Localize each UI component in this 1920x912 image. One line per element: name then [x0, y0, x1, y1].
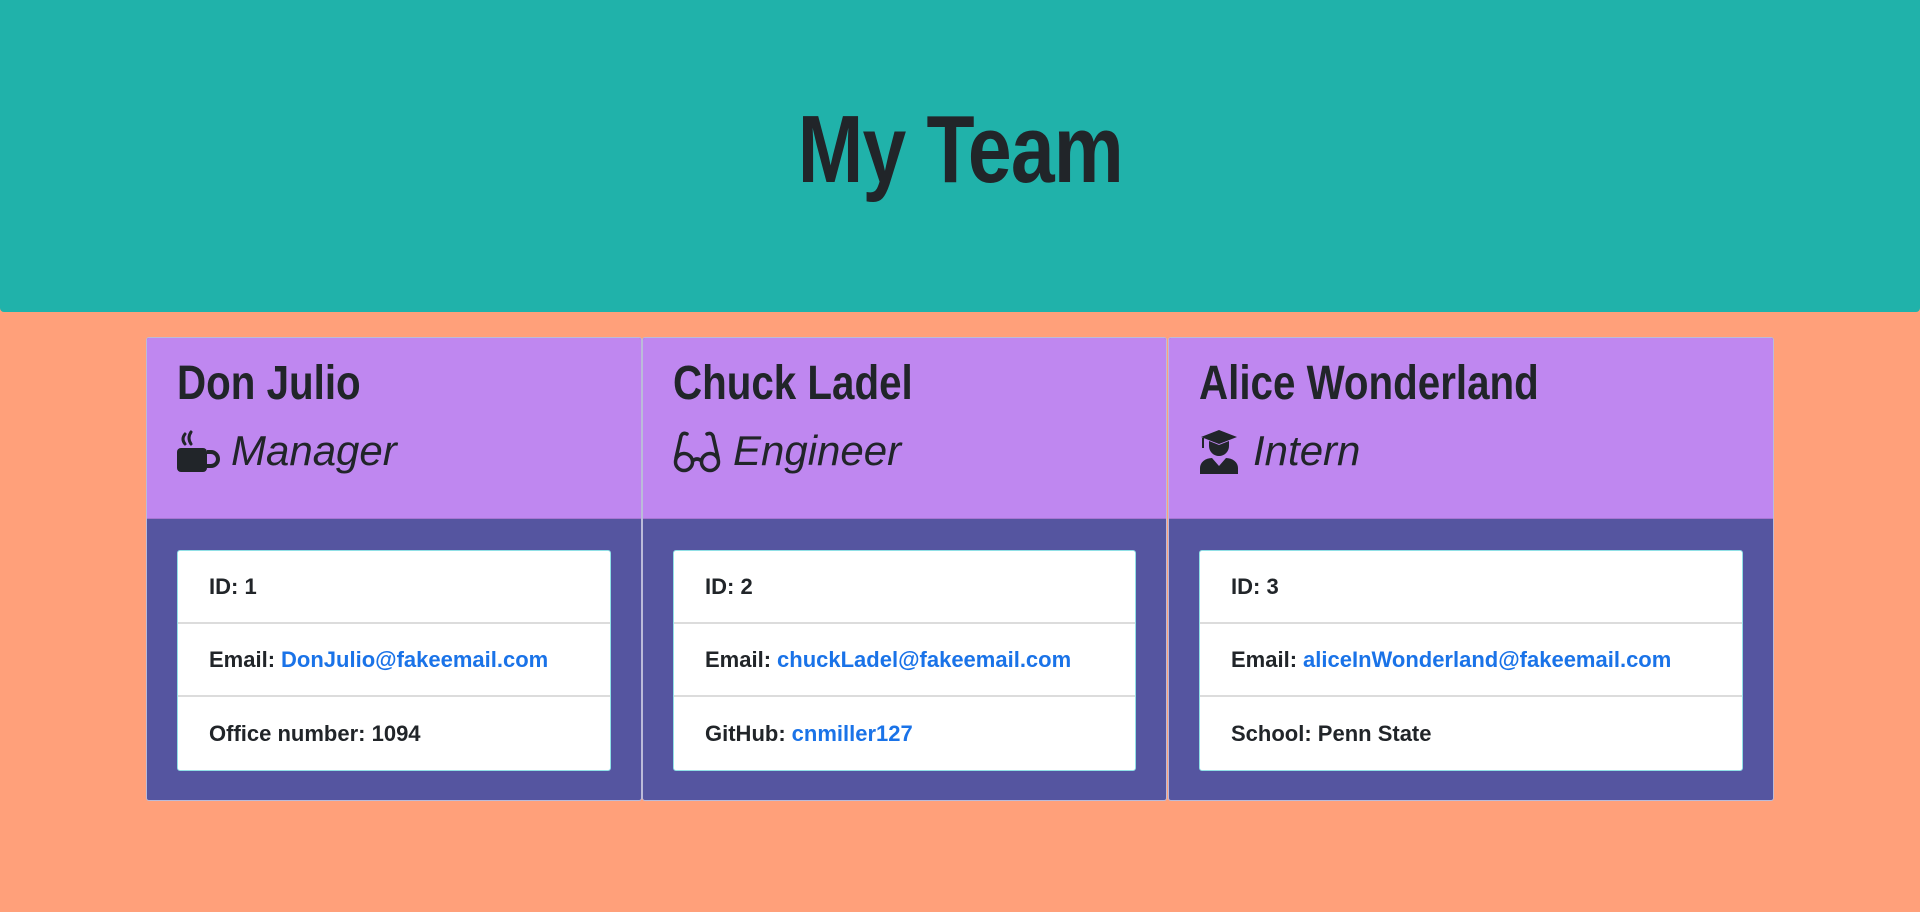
email-link[interactable]: DonJulio@fakeemail.com: [281, 647, 548, 673]
id-value: 3: [1266, 573, 1279, 599]
id-value: 1: [244, 573, 257, 599]
card-header: Chuck Ladel Engineer: [643, 338, 1166, 519]
card-body: ID: 1 Email: DonJulio@fakeemail.com Offi…: [147, 519, 641, 800]
employee-card-intern: Alice Wonderland Intern ID: 3 Email: ali…: [1168, 337, 1774, 801]
card-header: Don Julio Manager: [147, 338, 641, 519]
list-item-office-number: Office number: 1094: [178, 697, 610, 770]
employee-name: Alice Wonderland: [1199, 357, 1539, 410]
school-label: School:: [1231, 720, 1312, 746]
id-label: ID:: [1231, 573, 1261, 599]
email-label: Email:: [209, 646, 276, 672]
list-item-github: GitHub: cnmiller127: [674, 697, 1135, 770]
email-link[interactable]: aliceInWonderland@fakeemail.com: [1303, 647, 1671, 673]
page-header: My Team: [0, 0, 1920, 312]
email-label: Email:: [705, 646, 772, 672]
email-link[interactable]: chuckLadel@fakeemail.com: [777, 647, 1071, 673]
office-number-label: Office number:: [209, 720, 366, 746]
info-list: ID: 1 Email: DonJulio@fakeemail.com Offi…: [177, 550, 611, 771]
list-item-email: Email: chuckLadel@fakeemail.com: [674, 624, 1135, 697]
github-link[interactable]: cnmiller127: [792, 721, 913, 747]
page-title: My Team: [797, 96, 1123, 203]
employee-card-manager: Don Julio Manager ID: 1 Email: DonJulio@…: [146, 337, 642, 801]
id-value: 2: [740, 573, 753, 599]
email-label: Email:: [1231, 646, 1298, 672]
info-list: ID: 2 Email: chuckLadel@fakeemail.com Gi…: [673, 550, 1136, 771]
list-item-id: ID: 3: [1200, 551, 1742, 624]
school-value: Penn State: [1317, 720, 1432, 746]
employee-card-engineer: Chuck Ladel Engineer ID: 2 Email: chuckL…: [642, 337, 1167, 801]
list-item-email: Email: DonJulio@fakeemail.com: [178, 624, 610, 697]
employee-role: Manager: [177, 426, 611, 476]
card-header: Alice Wonderland Intern: [1169, 338, 1773, 519]
employee-role: Engineer: [673, 426, 1136, 476]
list-item-id: ID: 1: [178, 551, 610, 624]
list-item-email: Email: aliceInWonderland@fakeemail.com: [1200, 624, 1742, 697]
employee-role-label: Engineer: [733, 427, 902, 474]
employee-name: Don Julio: [177, 357, 361, 410]
info-list: ID: 3 Email: aliceInWonderland@fakeemail…: [1199, 550, 1743, 771]
id-label: ID:: [705, 573, 735, 599]
github-label: GitHub:: [705, 720, 786, 746]
employee-name: Chuck Ladel: [673, 357, 913, 410]
list-item-id: ID: 2: [674, 551, 1135, 624]
employee-role-label: Manager: [231, 427, 397, 474]
mug-icon: [177, 428, 221, 474]
employee-role: Intern: [1199, 426, 1743, 476]
id-label: ID:: [209, 573, 239, 599]
card-body: ID: 2 Email: chuckLadel@fakeemail.com Gi…: [643, 519, 1166, 800]
employee-role-label: Intern: [1253, 427, 1361, 474]
card-body: ID: 3 Email: aliceInWonderland@fakeemail…: [1169, 519, 1773, 800]
graduate-icon: [1199, 428, 1243, 474]
office-number-value: 1094: [371, 720, 421, 746]
glasses-icon: [673, 428, 723, 474]
list-item-school: School: Penn State: [1200, 697, 1742, 770]
